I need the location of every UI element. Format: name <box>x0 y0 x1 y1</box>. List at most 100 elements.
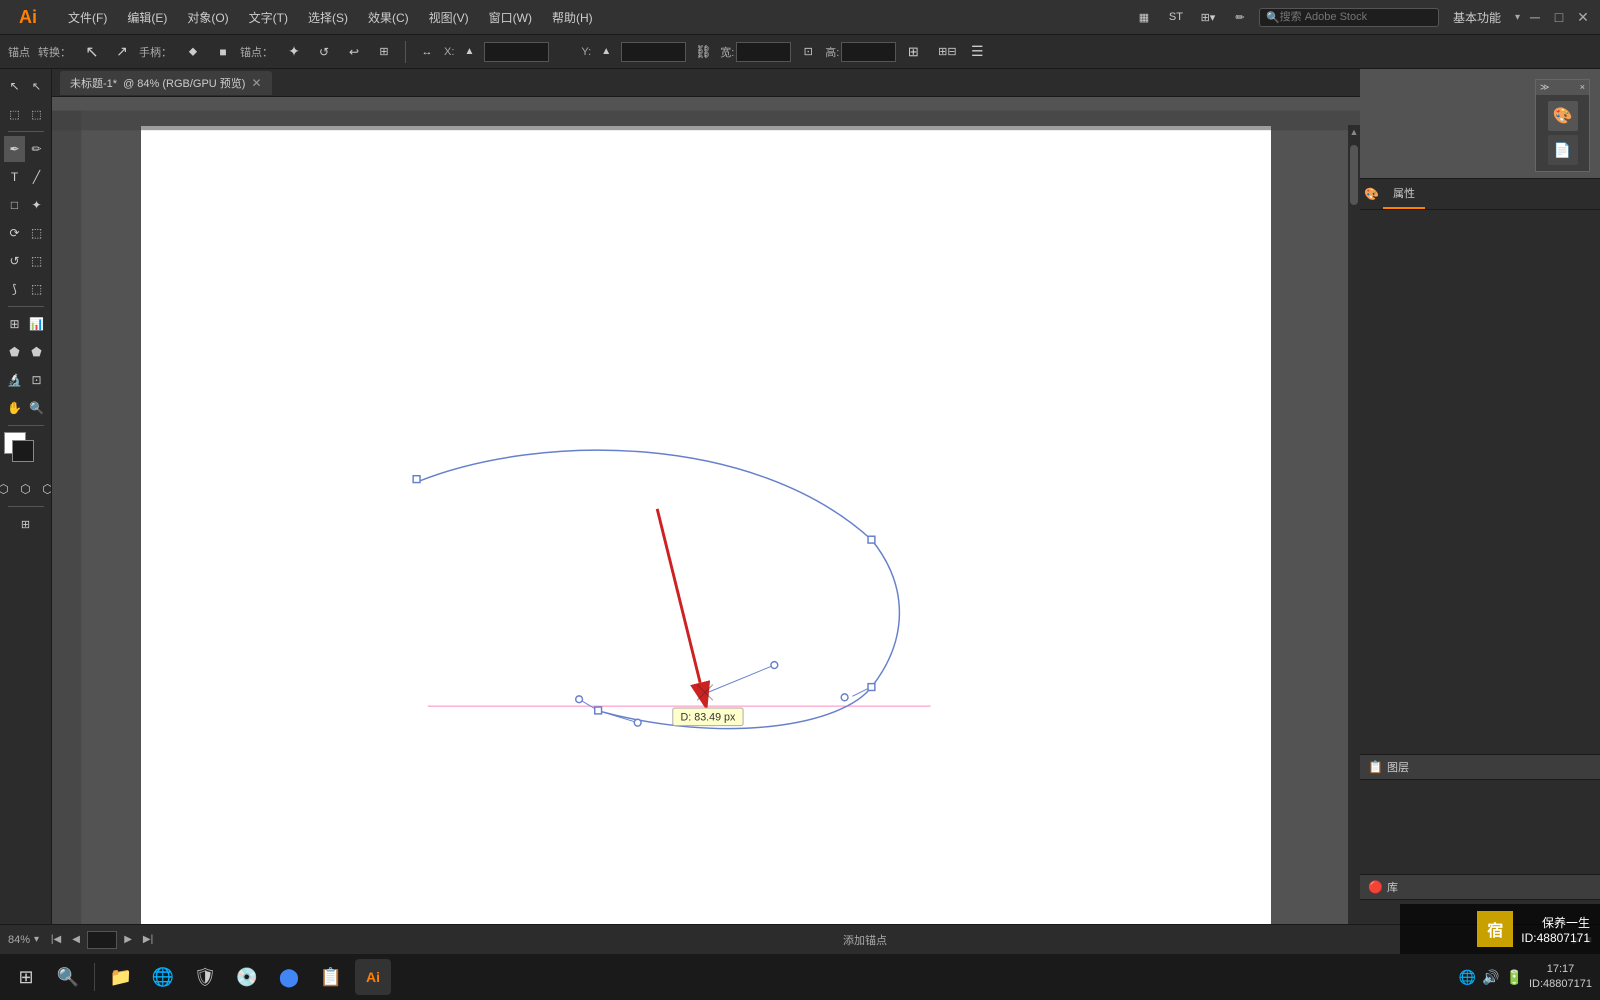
taskbar-shield[interactable]: 🛡 <box>187 959 223 995</box>
rotate-tool[interactable]: ↺ <box>4 248 25 274</box>
warp-tool[interactable]: ⟆ <box>4 276 25 302</box>
anchor-btn-4[interactable]: ⊞ <box>371 39 397 65</box>
direct-select-tool[interactable]: ↖ <box>26 73 47 99</box>
extra-tool-3[interactable]: ⬡ <box>37 476 52 502</box>
taskbar-ai[interactable]: Ai <box>355 959 391 995</box>
pen-tool[interactable]: ✒ <box>4 136 25 162</box>
graph-tool-2[interactable]: 📊 <box>26 311 47 337</box>
workspace-selector[interactable]: 基本功能 <box>1445 5 1509 30</box>
w-input[interactable]: 0 px <box>736 42 791 62</box>
maximize-button[interactable]: □ <box>1550 8 1568 26</box>
minimize-button[interactable]: ─ <box>1526 8 1544 26</box>
anchor-btn-3[interactable]: ↩ <box>341 39 367 65</box>
doc-tab-close[interactable]: ✕ <box>251 76 261 90</box>
taskbar-search[interactable]: 🔍 <box>50 959 86 995</box>
doc-tab-item[interactable]: 未标题-1* @ 84% (RGB/GPU 预览) ✕ <box>60 71 272 95</box>
extra-tool-2[interactable]: ⬡ <box>15 476 36 502</box>
anchor-btn-1[interactable]: ✦ <box>281 39 307 65</box>
anchor-btn-2[interactable]: ↺ <box>311 39 337 65</box>
lasso-tool-2[interactable]: ⬚ <box>26 101 47 127</box>
menu-help[interactable]: 帮助(H) <box>544 5 601 30</box>
nav-prev[interactable]: ◀ <box>67 931 85 949</box>
extra-tool-1[interactable]: ⬡ <box>0 476 14 502</box>
layers-label[interactable]: 图层 <box>1387 759 1409 775</box>
zoom-dropdown[interactable]: ▾ <box>34 934 39 945</box>
h-input[interactable]: 0 px <box>841 42 896 62</box>
hand-tool[interactable]: ✋ <box>4 395 25 421</box>
anchor-btn-5[interactable]: ↔ <box>414 39 440 65</box>
color-panel-btn[interactable]: 🎨 <box>1548 101 1578 131</box>
nav-next[interactable]: ▶ <box>119 931 137 949</box>
artboard-tool[interactable]: ⊞ <box>4 511 48 537</box>
taskbar-time[interactable]: 17:17 ID:48807171 <box>1529 962 1592 993</box>
taskbar-app-1[interactable]: 💿 <box>229 959 265 995</box>
scroll-up-btn[interactable]: ▲ <box>1348 125 1360 139</box>
toolbar-arrange-icon[interactable]: ⊞⊟ <box>934 39 960 65</box>
mini-panel-close[interactable]: × <box>1580 82 1585 93</box>
link-icon[interactable]: ⛓ <box>690 39 716 65</box>
menu-view[interactable]: 视图(V) <box>421 5 477 30</box>
start-button[interactable]: ⊞ <box>8 959 44 995</box>
taskbar-file-explorer[interactable]: 📁 <box>103 959 139 995</box>
menu-file[interactable]: 文件(F) <box>60 5 115 30</box>
graph-tool[interactable]: ⊞ <box>4 311 25 337</box>
library-label[interactable]: 库 <box>1387 879 1398 895</box>
taskbar-chrome[interactable]: ⬤ <box>271 959 307 995</box>
menu-edit[interactable]: 编辑(E) <box>119 5 175 30</box>
search-input[interactable] <box>1280 11 1420 23</box>
scale-tool[interactable]: ⬚ <box>26 248 47 274</box>
paint-tool-2[interactable]: ⬚ <box>26 220 47 246</box>
network-icon[interactable]: 🌐 <box>1459 969 1476 986</box>
battery-icon[interactable]: 🔋 <box>1506 969 1523 986</box>
page-input[interactable]: 1 <box>87 931 117 949</box>
toolbar-icon-3[interactable]: ⊞▾ <box>1195 4 1221 30</box>
nav-last[interactable]: ▶| <box>139 931 157 949</box>
stroke-swatch[interactable] <box>12 440 34 462</box>
toolbar-icon-4[interactable]: ✏ <box>1227 4 1253 30</box>
toolbar-icon-2[interactable]: ST <box>1163 4 1189 30</box>
y-input[interactable]: 523.5 px <box>621 42 686 62</box>
transform-icon[interactable]: ⊞ <box>900 39 926 65</box>
menu-select[interactable]: 选择(S) <box>300 5 356 30</box>
vertical-scrollbar[interactable]: ▲ ▼ <box>1348 125 1360 942</box>
toolbar-icon-1[interactable]: ▦ <box>1131 4 1157 30</box>
taskbar-browser[interactable]: 🌐 <box>145 959 181 995</box>
panel-tab-properties[interactable]: 属性 <box>1383 179 1425 209</box>
convert-btn-2[interactable]: ↗ <box>109 39 135 65</box>
x-spinner-down[interactable] <box>551 39 577 65</box>
y-spinner-up[interactable]: ▲ <box>593 39 619 65</box>
shape-builder-tool-2[interactable]: ⬟ <box>26 339 47 365</box>
rect-tool[interactable]: □ <box>4 192 25 218</box>
line-tool[interactable]: ╱ <box>26 164 47 190</box>
menu-window[interactable]: 窗口(W) <box>481 5 540 30</box>
x-input[interactable]: 577.5 px <box>484 42 549 62</box>
nav-first[interactable]: |◀ <box>47 931 65 949</box>
select-tool[interactable]: ↖ <box>4 73 25 99</box>
warp-tool-2[interactable]: ⬚ <box>26 276 47 302</box>
x-spinner-up[interactable]: ▲ <box>456 39 482 65</box>
zoom-tool[interactable]: 🔍 <box>26 395 47 421</box>
handle-btn-2[interactable]: ■ <box>210 39 236 65</box>
paint-tool[interactable]: ⟳ <box>4 220 25 246</box>
toolbar-menu-icon[interactable]: ☰ <box>964 39 990 65</box>
eyedropper-tool-2[interactable]: 🔬 <box>4 367 25 393</box>
menu-effect[interactable]: 效果(C) <box>360 5 417 30</box>
eyedropper-tool[interactable]: ✦ <box>26 192 47 218</box>
taskbar-notes[interactable]: 📋 <box>313 959 349 995</box>
handle-btn-1[interactable]: ⬥ <box>180 39 206 65</box>
menu-text[interactable]: 文字(T) <box>241 5 296 30</box>
menu-object[interactable]: 对象(O) <box>179 5 236 30</box>
shape-builder-tool[interactable]: ⬟ <box>4 339 25 365</box>
convert-btn-1[interactable]: ↖ <box>79 39 105 65</box>
close-button[interactable]: ✕ <box>1574 8 1592 26</box>
volume-icon[interactable]: 🔊 <box>1482 969 1499 986</box>
type-tool[interactable]: T <box>4 164 25 190</box>
pencil-tool[interactable]: ✏ <box>26 136 47 162</box>
w-unit-icon[interactable]: ⊡ <box>795 39 821 65</box>
canvas-wrapper[interactable]: D: 83.49 px ▲ ▼ ◀ ▶ <box>52 97 1360 954</box>
lasso-tool-1[interactable]: ⬚ <box>4 101 25 127</box>
paint-bucket[interactable]: ⊡ <box>26 367 47 393</box>
mini-panel-expand[interactable]: ≫ <box>1540 82 1549 93</box>
workspace-chevron: ▾ <box>1515 12 1520 23</box>
doc-panel-btn[interactable]: 📄 <box>1548 135 1578 165</box>
